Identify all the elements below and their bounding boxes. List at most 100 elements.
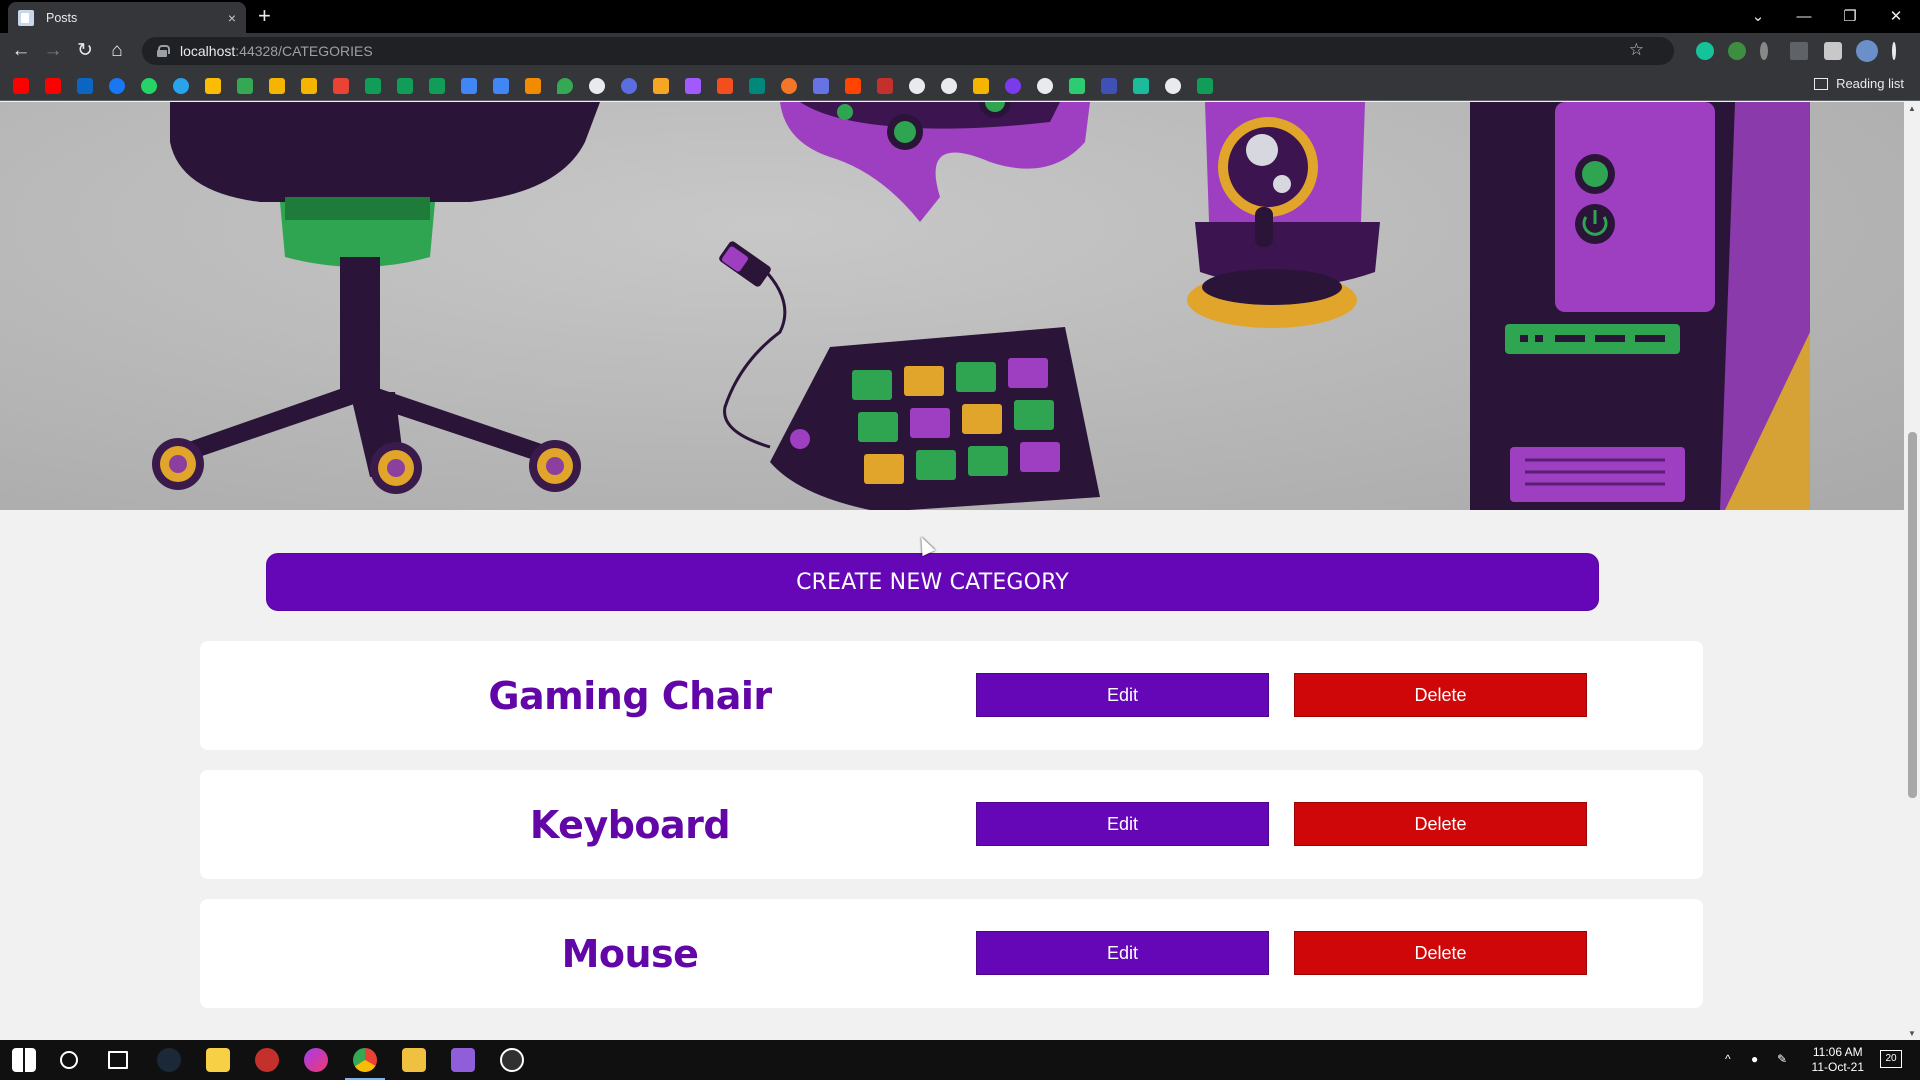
obs-icon[interactable] — [500, 1048, 524, 1072]
delete-button[interactable]: Delete — [1294, 673, 1587, 717]
lock-icon[interactable] — [156, 45, 170, 57]
clock-date: 11-Oct-21 — [1811, 1060, 1864, 1074]
linkedin-bookmark-icon[interactable] — [77, 78, 93, 94]
back-button[interactable]: ← — [8, 39, 34, 63]
page-scrollbar[interactable]: ▲ ▼ — [1904, 102, 1920, 1040]
browser-menu-icon[interactable] — [1892, 42, 1896, 60]
grammarly-extension-icon[interactable] — [1696, 42, 1714, 60]
delete-button[interactable]: Delete — [1294, 802, 1587, 846]
slides-bookmark-icon[interactable] — [269, 78, 285, 94]
sheets-bookmark-icon[interactable] — [397, 78, 413, 94]
category-name: Keyboard — [529, 802, 731, 847]
jupyter-bookmark-icon[interactable] — [781, 78, 797, 94]
messenger-icon[interactable] — [304, 1048, 328, 1072]
tab-posts[interactable]: Posts × — [8, 2, 246, 33]
maps-bookmark-icon[interactable] — [557, 78, 573, 94]
firebase-bookmark-icon[interactable] — [653, 78, 669, 94]
drive-bookmark-icon[interactable] — [205, 78, 221, 94]
figma-bookmark-icon[interactable] — [717, 78, 733, 94]
forward-button[interactable]: → — [40, 39, 66, 63]
youtube-bookmark-icon[interactable] — [45, 78, 61, 94]
search-icon[interactable] — [60, 1051, 78, 1069]
sheets-bookmark-icon[interactable] — [1197, 78, 1213, 94]
tab-search-button[interactable]: ⌄ — [1736, 2, 1780, 30]
minimize-button[interactable]: — — [1782, 2, 1826, 30]
bookmark-icon[interactable] — [1133, 78, 1149, 94]
visual-studio-icon[interactable] — [451, 1048, 475, 1072]
extensions-puzzle-icon[interactable] — [1824, 42, 1842, 60]
meet-bookmark-icon[interactable] — [749, 78, 765, 94]
tab-close-icon[interactable]: × — [228, 10, 236, 26]
address-bar[interactable]: localhost:44328/CATEGORIES ☆ — [142, 37, 1674, 65]
sticky-notes-icon[interactable] — [206, 1048, 230, 1072]
bookmark-icon[interactable] — [813, 78, 829, 94]
bookmark-icon[interactable] — [173, 78, 189, 94]
home-button[interactable]: ⌂ — [104, 39, 130, 63]
gmail-bookmark-icon[interactable] — [333, 78, 349, 94]
bookmark-icon[interactable] — [877, 78, 893, 94]
facebook-bookmark-icon[interactable] — [109, 78, 125, 94]
bookmark-icon[interactable] — [1037, 78, 1053, 94]
bookmark-icon[interactable] — [941, 78, 957, 94]
scroll-down-arrow-icon[interactable]: ▼ — [1908, 1029, 1916, 1038]
scrollbar-thumb[interactable] — [1908, 432, 1917, 798]
bookmark-icon[interactable] — [525, 78, 541, 94]
screen: Posts × + ⌄ — ❐ ✕ ← → ↻ ⌂ localhost:4432… — [0, 0, 1920, 1080]
sheets-bookmark-icon[interactable] — [365, 78, 381, 94]
clock[interactable]: 11:06 AM 11-Oct-21 — [1812, 1045, 1864, 1075]
bookmark-star-icon[interactable]: ☆ — [1629, 40, 1644, 60]
youtube-bookmark-icon[interactable] — [13, 78, 29, 94]
url-host: localhost — [180, 43, 236, 59]
edit-button[interactable]: Edit — [976, 802, 1269, 846]
extension-icon[interactable] — [1790, 42, 1808, 60]
file-explorer-icon[interactable] — [402, 1048, 426, 1072]
browser-tab-strip: Posts × + ⌄ — ❐ ✕ — [0, 0, 1920, 33]
chrome-icon[interactable] — [353, 1048, 377, 1072]
windows-start-icon[interactable] — [12, 1048, 36, 1072]
category-name: Mouse — [561, 931, 699, 976]
page-favicon-icon — [18, 9, 34, 26]
hero-illustration — [0, 102, 1904, 510]
profile-avatar[interactable] — [1856, 40, 1878, 62]
notification-center-icon[interactable]: 20 — [1880, 1050, 1902, 1068]
figma-bookmark-icon[interactable] — [685, 78, 701, 94]
new-tab-button[interactable]: + — [258, 4, 271, 28]
bookmark-icon[interactable] — [1005, 78, 1021, 94]
scroll-up-arrow-icon[interactable]: ▲ — [1908, 104, 1916, 113]
edit-button[interactable]: Edit — [976, 673, 1269, 717]
app-icon[interactable] — [255, 1048, 279, 1072]
reload-button[interactable]: ↻ — [72, 39, 98, 63]
restore-button[interactable]: ❐ — [1828, 2, 1872, 30]
slides-bookmark-icon[interactable] — [301, 78, 317, 94]
bookmark-icon[interactable] — [1101, 78, 1117, 94]
url-path: :44328/CATEGORIES — [235, 43, 373, 59]
analytics-bookmark-icon[interactable] — [973, 78, 989, 94]
bookmark-icon[interactable] — [845, 78, 861, 94]
github-bookmark-icon[interactable] — [589, 78, 605, 94]
bookmark-icon[interactable] — [621, 78, 637, 94]
delete-button[interactable]: Delete — [1294, 931, 1587, 975]
reading-list-button[interactable]: Reading list — [1814, 76, 1904, 91]
steam-icon[interactable] — [157, 1048, 181, 1072]
bookmark-icon[interactable] — [909, 78, 925, 94]
microphone-icon[interactable]: ● — [1751, 1052, 1758, 1066]
docs-bookmark-icon[interactable] — [461, 78, 477, 94]
drive-bookmark-icon[interactable] — [237, 78, 253, 94]
docs-bookmark-icon[interactable] — [493, 78, 509, 94]
sheets-bookmark-icon[interactable] — [429, 78, 445, 94]
pen-icon[interactable]: ✎ — [1777, 1052, 1787, 1066]
extension-icon[interactable] — [1760, 42, 1768, 60]
github-bookmark-icon[interactable] — [1165, 78, 1181, 94]
tray-chevron-icon[interactable]: ^ — [1725, 1052, 1731, 1066]
windows-taskbar: ^ ● ✎ 11:06 AM 11-Oct-21 20 — [0, 1040, 1920, 1080]
task-view-icon[interactable] — [108, 1051, 128, 1069]
close-window-button[interactable]: ✕ — [1874, 2, 1918, 30]
whatsapp-bookmark-icon[interactable] — [141, 78, 157, 94]
create-new-category-button[interactable]: CREATE NEW CATEGORY — [266, 553, 1599, 611]
edit-button[interactable]: Edit — [976, 931, 1269, 975]
category-card: Mouse Edit Delete — [200, 899, 1703, 1008]
bookmark-icon[interactable] — [1069, 78, 1085, 94]
reading-list-label: Reading list — [1836, 76, 1904, 91]
category-name: Gaming Chair — [488, 673, 772, 718]
extension-icon[interactable] — [1728, 42, 1746, 60]
